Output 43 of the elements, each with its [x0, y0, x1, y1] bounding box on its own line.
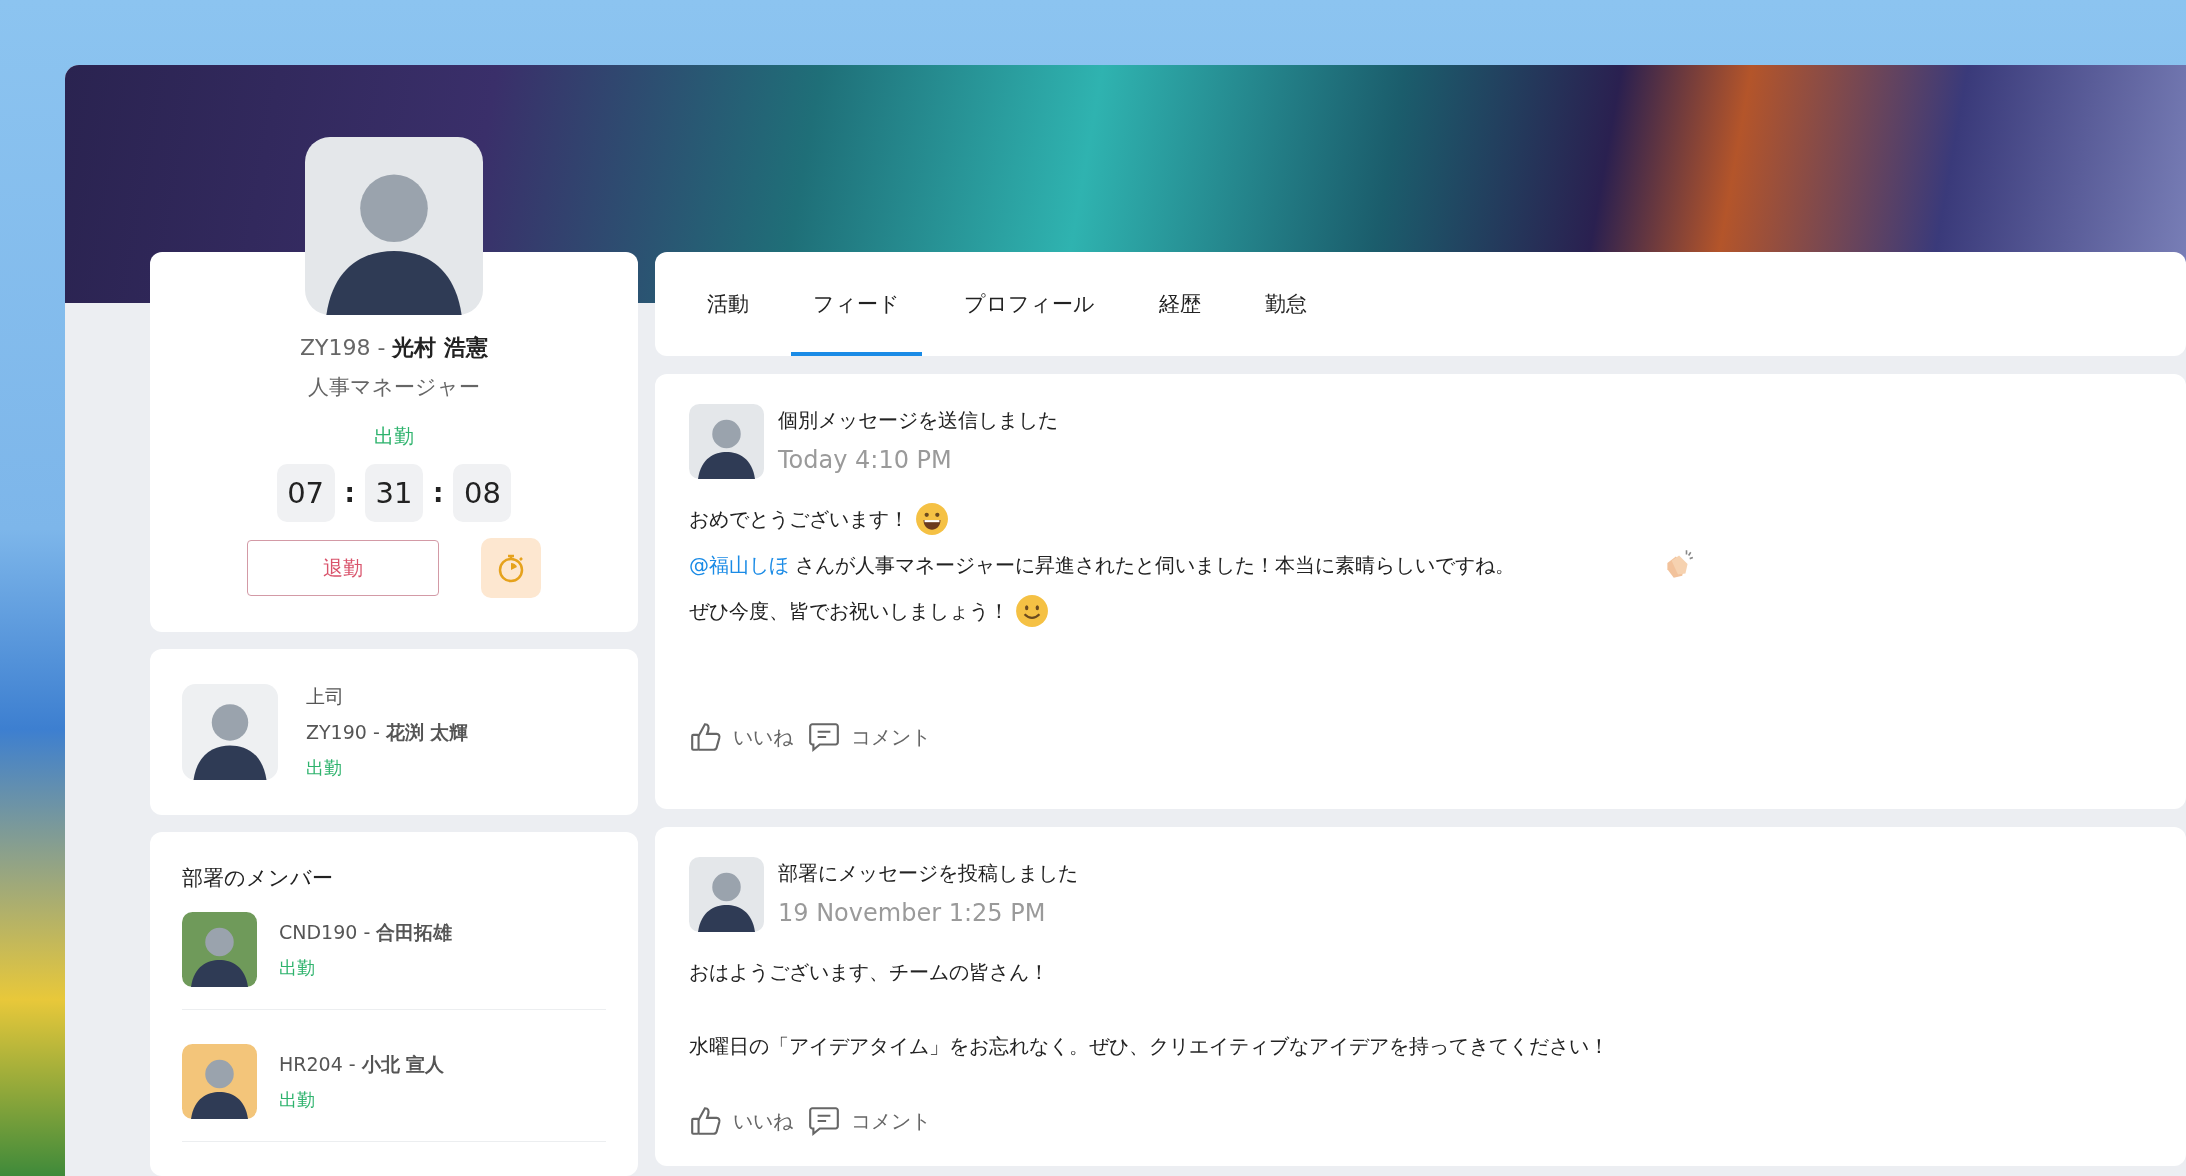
post-text: おめでとうございます！	[689, 505, 909, 533]
comment-icon	[807, 1104, 841, 1138]
attendance-status: 出勤	[306, 756, 343, 780]
thumbs-up-icon	[689, 720, 723, 754]
comment-button[interactable]: コメント	[807, 720, 931, 754]
like-button[interactable]: いいね	[689, 720, 793, 754]
thumbs-up-icon	[689, 1104, 723, 1138]
tab[interactable]: 活動	[685, 252, 771, 356]
manager-name: ZY190 - 花渕 太輝	[306, 720, 469, 745]
timer-separator: :	[344, 478, 355, 508]
timer-digits: 08	[453, 464, 512, 522]
timer-separator: :	[433, 478, 444, 508]
timer-digits: 07	[276, 464, 335, 522]
post-title: 部署にメッセージを投稿しました	[778, 860, 1078, 887]
like-button[interactable]: いいね	[689, 1104, 793, 1138]
tab[interactable]: フィード	[791, 252, 922, 356]
member-name: HR204 - 小北 宣人	[279, 1051, 445, 1077]
post-text: ぜひ今度、皆でお祝いしましょう！	[689, 597, 1009, 625]
tab[interactable]: 経歴	[1137, 252, 1223, 356]
attendance-status: 出勤	[279, 1087, 316, 1112]
manager-label: 上司	[306, 684, 345, 709]
post-text: 水曜日の「アイデアタイム」をお忘れなく。ぜひ、クリエイティブなアイデアを持ってきてください！	[689, 1032, 1609, 1060]
comment-icon	[807, 720, 841, 754]
post-text: @福山しほ さんが人事マネージャーに昇進されたと伺いました！本当に素晴らしいですね。	[689, 551, 1516, 579]
comment-button[interactable]: コメント	[807, 1104, 931, 1138]
smiling-face-icon	[1015, 594, 1049, 628]
stopwatch-button[interactable]	[481, 538, 541, 598]
mention-link[interactable]: @福山しほ	[689, 552, 789, 577]
post-time: Today 4:10 PM	[778, 446, 953, 474]
attendance-status: 出勤	[374, 423, 414, 450]
clock-out-button[interactable]: 退勤	[247, 540, 439, 596]
employee-name: ZY198 - 光村 浩憲	[299, 334, 489, 362]
attendance-status: 出勤	[279, 955, 316, 980]
grinning-face-icon	[915, 502, 949, 536]
job-title: 人事マネージャー	[308, 374, 480, 401]
section-title: 部署のメンバー	[182, 865, 334, 892]
post-text: おはようございます、チームの皆さん！	[689, 958, 1049, 986]
timer-digits: 31	[365, 464, 423, 522]
tab[interactable]: 勤怠	[1243, 252, 1329, 356]
tab[interactable]: プロフィール	[942, 252, 1117, 356]
post-time: 19 November 1:25 PM	[778, 899, 1047, 927]
member-name: CND190 - 合田拓雄	[279, 919, 453, 945]
post-title: 個別メッセージを送信しました	[778, 407, 1058, 434]
